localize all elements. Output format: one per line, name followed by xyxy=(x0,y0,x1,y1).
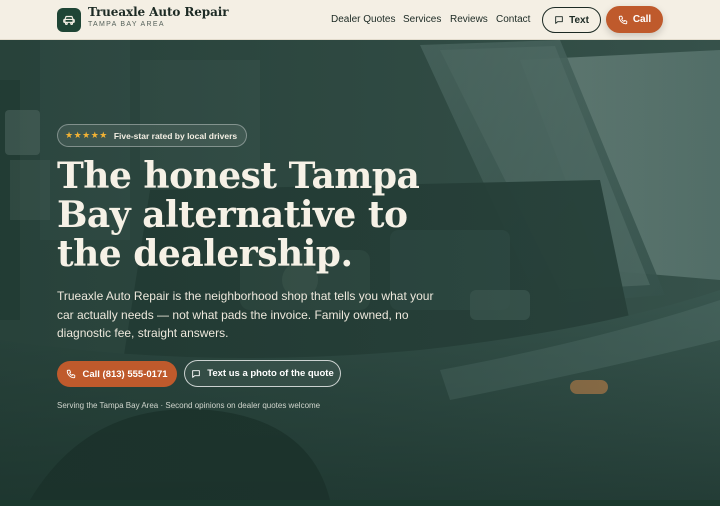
text-photo-quote-button[interactable]: Text us a photo of the quote xyxy=(184,360,341,387)
car-icon xyxy=(63,15,75,25)
rating-badge: ★★★★★ Five-star rated by local drivers xyxy=(57,124,248,147)
service-area-note: Serving the Tampa Bay Area · Second opin… xyxy=(57,401,321,410)
text-button-label: Text xyxy=(569,14,589,26)
phone-icon xyxy=(67,369,76,379)
rating-badge-text: Five-star rated by local drivers xyxy=(113,130,238,141)
brand-name[interactable]: Trueaxle Auto Repair xyxy=(88,5,229,19)
brand-tagline: TAMPA BAY AREA xyxy=(88,21,165,28)
nav-contact[interactable]: Contact xyxy=(496,14,530,25)
site-header: Trueaxle Auto Repair TAMPA BAY AREA Deal… xyxy=(0,0,720,40)
call-button[interactable]: Call xyxy=(606,6,663,33)
nav-dealer-quotes[interactable]: Dealer Quotes xyxy=(331,14,395,25)
text-photo-quote-label: Text us a photo of the quote xyxy=(207,368,334,379)
hero-call-button[interactable]: Call (813) 555-0171 xyxy=(57,361,177,387)
text-button[interactable]: Text xyxy=(542,7,601,33)
nav-services[interactable]: Services xyxy=(403,14,441,25)
logo[interactable] xyxy=(57,8,81,32)
nav-reviews[interactable]: Reviews xyxy=(450,14,488,25)
phone-icon xyxy=(618,15,628,24)
chat-bubble-icon xyxy=(555,16,563,24)
star-rating-icon: ★★★★★ xyxy=(65,130,108,140)
chat-bubble-icon xyxy=(192,369,201,378)
hero-headline: The honest Tampa Bay alternative to the … xyxy=(57,155,420,275)
hero-subcopy: Trueaxle Auto Repair is the neighborhood… xyxy=(57,289,434,340)
hero-call-button-label: Call (813) 555-0171 xyxy=(82,368,168,380)
call-button-label: Call xyxy=(632,14,652,25)
section-divider xyxy=(0,500,720,506)
